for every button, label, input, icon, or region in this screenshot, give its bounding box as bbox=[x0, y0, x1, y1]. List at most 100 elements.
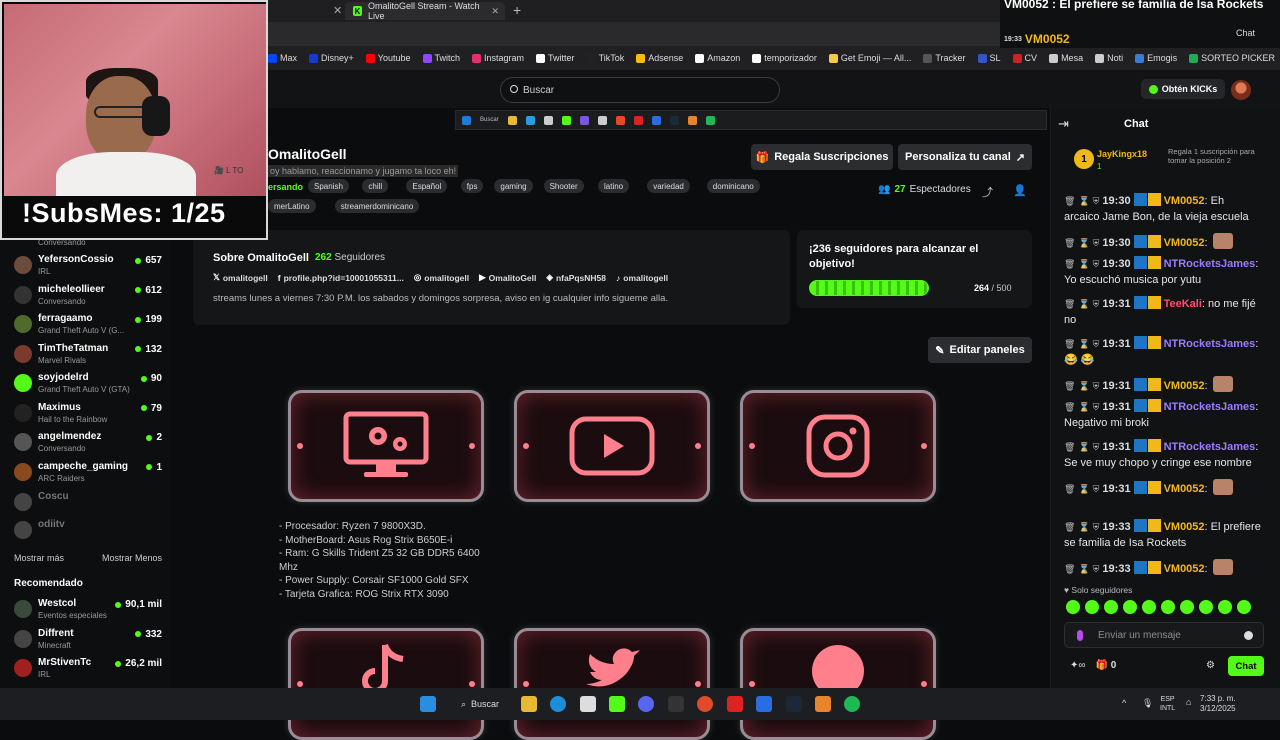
timeout-icon[interactable]: ⌛ bbox=[1078, 238, 1089, 248]
user-avatar[interactable] bbox=[1231, 80, 1251, 100]
timeout-icon[interactable]: ⌛ bbox=[1078, 402, 1089, 412]
ban-icon[interactable]: ⛨ bbox=[1093, 259, 1100, 269]
trash-icon[interactable]: 🗑 bbox=[1064, 299, 1075, 309]
spotify-icon[interactable] bbox=[844, 696, 860, 712]
show-more-button[interactable]: Mostrar más bbox=[14, 553, 64, 563]
chat-message[interactable]: 🗑 ⌛ ⛨ 19:30 VM0052: bbox=[1064, 233, 1262, 251]
edit-panels-button[interactable]: ✎ Editar paneles bbox=[928, 337, 1032, 363]
timeout-icon[interactable]: ⌛ bbox=[1078, 442, 1089, 452]
social-link[interactable]: ▶ OmalitoGell bbox=[479, 272, 536, 283]
ban-icon[interactable]: ⛨ bbox=[1093, 238, 1100, 248]
tag-chip[interactable]: chill bbox=[362, 179, 389, 193]
timeout-icon[interactable]: ⌛ bbox=[1078, 339, 1089, 349]
epic-games-icon[interactable] bbox=[668, 696, 684, 712]
chat-message[interactable]: 🗑 ⌛ ⛨ 19:31 VM0052: bbox=[1064, 479, 1262, 497]
chat-settings-icon[interactable]: ⚙ bbox=[1206, 660, 1215, 671]
message-user[interactable]: VM0052 bbox=[1164, 237, 1205, 249]
bookmark-item[interactable]: Youtube bbox=[365, 53, 411, 63]
close-tab-icon[interactable]: ✕ bbox=[491, 6, 499, 17]
trash-icon[interactable]: 🗑 bbox=[1064, 522, 1075, 532]
stream-category[interactable]: ersando bbox=[268, 182, 303, 192]
message-user[interactable]: VM0052 bbox=[1164, 380, 1205, 392]
trash-icon[interactable]: 🗑 bbox=[1064, 238, 1075, 248]
app-icon[interactable] bbox=[697, 696, 713, 712]
twitter-panel[interactable] bbox=[514, 628, 710, 740]
taskbar-clock[interactable]: 7:33 p. m. 3/12/2025 bbox=[1200, 694, 1236, 714]
chat-message[interactable]: 🗑 ⌛ ⛨ 19:31 VM0052: bbox=[1064, 376, 1262, 394]
message-user[interactable]: NTRocketsJames bbox=[1164, 338, 1256, 350]
emoji-icon[interactable] bbox=[1244, 631, 1253, 640]
mic-icon[interactable] bbox=[1077, 630, 1083, 641]
message-user[interactable]: NTRocketsJames bbox=[1164, 401, 1256, 413]
chat-message[interactable]: 🗑 ⌛ ⛨ 19:33 VM0052: El prefiere se familia d… bbox=[1064, 519, 1262, 551]
share-icon[interactable]: ⤴ bbox=[982, 184, 993, 200]
sidebar-channel[interactable]: angelmendez Conversando 2 bbox=[14, 429, 164, 457]
bookmark-item[interactable]: Disney+ bbox=[309, 53, 354, 63]
follow-icon[interactable]: 👤 bbox=[1013, 184, 1027, 197]
kicks-icon[interactable]: ✦∞ bbox=[1070, 660, 1086, 671]
bookmark-item[interactable]: Twitter bbox=[536, 53, 575, 63]
kick-app-icon[interactable] bbox=[609, 696, 625, 712]
bookmark-item[interactable]: Get Emoji — All... bbox=[828, 53, 911, 63]
sidebar-channel[interactable]: odiitv bbox=[14, 517, 164, 545]
ban-icon[interactable]: ⛨ bbox=[1093, 299, 1100, 309]
message-user[interactable]: VM0052 bbox=[1164, 483, 1205, 495]
tray-chevron-icon[interactable]: ^ bbox=[1122, 698, 1126, 708]
bookmark-item[interactable]: SL bbox=[977, 53, 1001, 63]
ban-icon[interactable]: ⛨ bbox=[1093, 522, 1100, 532]
message-user[interactable]: VM0052 bbox=[1164, 521, 1205, 533]
bookmark-item[interactable]: temporizador bbox=[752, 53, 817, 63]
ban-icon[interactable]: ⛨ bbox=[1093, 442, 1100, 452]
social-link[interactable]: 𝕏omalitogell bbox=[213, 272, 268, 283]
gift-subs-button[interactable]: 🎁 Regala Suscripciones bbox=[751, 144, 893, 170]
trash-icon[interactable]: 🗑 bbox=[1064, 402, 1075, 412]
tag-chip[interactable]: merLatino bbox=[268, 199, 316, 213]
get-kicks-button[interactable]: Obtén KICKs bbox=[1141, 79, 1225, 99]
social-link[interactable]: f profile.php?id=10001055311... bbox=[278, 272, 404, 283]
message-user[interactable]: VM0052 bbox=[1164, 563, 1205, 575]
tiktok-panel[interactable] bbox=[288, 628, 484, 740]
file-explorer-icon[interactable] bbox=[521, 696, 537, 712]
ban-icon[interactable]: ⛨ bbox=[1093, 484, 1100, 494]
app-icon[interactable] bbox=[756, 696, 772, 712]
timeout-icon[interactable]: ⌛ bbox=[1078, 381, 1089, 391]
sidebar-channel[interactable]: soyjodelrd Grand Theft Auto V (GTA) 90 bbox=[14, 370, 164, 398]
taskbar-search[interactable]: ⌕ Buscar bbox=[455, 694, 515, 714]
ban-icon[interactable]: ⛨ bbox=[1093, 196, 1100, 206]
search-input[interactable]: Buscar bbox=[500, 77, 780, 103]
edge-icon[interactable] bbox=[550, 696, 566, 712]
timeout-icon[interactable]: ⌛ bbox=[1078, 484, 1089, 494]
chat-message[interactable]: 🗑 ⌛ ⛨ 19:31 TeeKali: no me fijé no bbox=[1064, 296, 1262, 328]
bookmark-item[interactable]: SORTEO PICKER bbox=[1189, 53, 1275, 63]
emote-bar[interactable] bbox=[1066, 600, 1251, 614]
gift-count[interactable]: 🎁 0 bbox=[1096, 660, 1117, 671]
close-tab-icon[interactable]: ✕ bbox=[333, 4, 342, 17]
store-icon[interactable] bbox=[580, 696, 596, 712]
app-icon[interactable] bbox=[727, 696, 743, 712]
timeout-icon[interactable]: ⌛ bbox=[1078, 259, 1089, 269]
timeout-icon[interactable]: ⌛ bbox=[1078, 522, 1089, 532]
sidebar-channel[interactable]: Westcol Eventos especiales 90,1 mil bbox=[14, 596, 164, 624]
sidebar-channel[interactable]: Maximus Hail to the Rainbow 79 bbox=[14, 400, 164, 428]
vlc-icon[interactable] bbox=[815, 696, 831, 712]
sidebar-channel[interactable]: MrStivenTc IRL 26,2 mil bbox=[14, 655, 164, 683]
message-user[interactable]: VM0052 bbox=[1164, 195, 1205, 207]
bookmark-item[interactable]: TikTok bbox=[586, 53, 624, 63]
trash-icon[interactable]: 🗑 bbox=[1064, 381, 1075, 391]
sidebar-channel[interactable]: ferragaamo Grand Theft Auto V (G... 199 bbox=[14, 311, 164, 339]
sidebar-channel[interactable]: campeche_gaming ARC Raiders 1 bbox=[14, 459, 164, 487]
social-link[interactable]: ♪ omalitogell bbox=[616, 272, 668, 283]
show-less-button[interactable]: Mostrar Menos bbox=[102, 553, 162, 563]
discord-icon[interactable] bbox=[638, 696, 654, 712]
chat-message[interactable]: 🗑 ⌛ ⛨ 19:30 NTRocketsJames: Yo escuchó music… bbox=[1064, 256, 1262, 288]
bookmark-item[interactable]: Amazon bbox=[695, 53, 740, 63]
tag-chip[interactable]: gaming bbox=[494, 179, 533, 193]
language-indicator[interactable]: ESP INTL bbox=[1160, 695, 1175, 713]
chat-message[interactable]: 🗑 ⌛ ⛨ 19:30 VM0052: Eh arcaico Jame Bon, de … bbox=[1064, 193, 1262, 225]
bookmark-item[interactable]: Tracker bbox=[923, 53, 966, 63]
chat-message[interactable]: 🗑 ⌛ ⛨ 19:31 NTRocketsJames: Negativo mi brok… bbox=[1064, 399, 1262, 431]
facebook-panel[interactable] bbox=[740, 628, 936, 740]
message-user[interactable]: TeeKali bbox=[1164, 298, 1202, 310]
trash-icon[interactable]: 🗑 bbox=[1064, 196, 1075, 206]
bookmark-item[interactable]: Twitch bbox=[422, 53, 460, 63]
